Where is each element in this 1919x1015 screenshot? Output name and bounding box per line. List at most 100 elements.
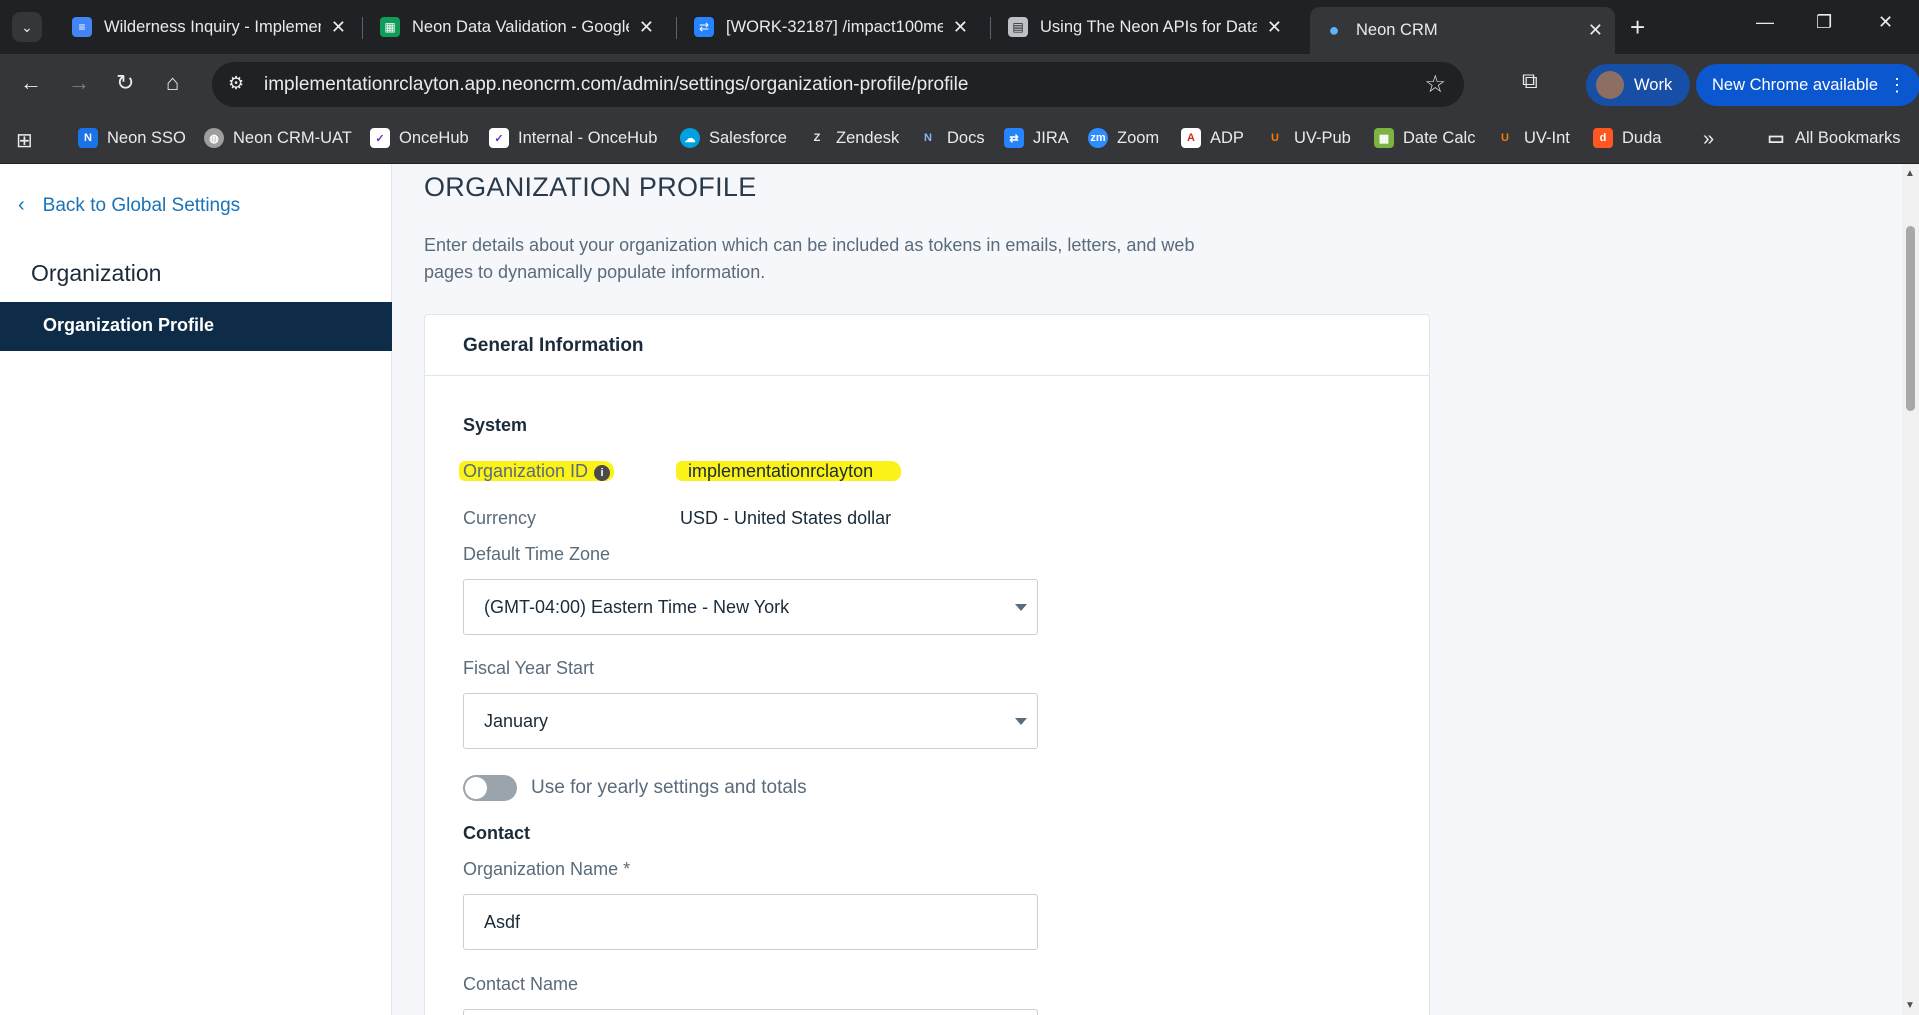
- tab-separator: [990, 17, 991, 39]
- organization-name-label: Organization Name *: [463, 859, 631, 879]
- tab-search-button[interactable]: ⌄: [12, 12, 42, 42]
- oncehub-icon: ✓: [489, 128, 509, 148]
- bookmark-duda[interactable]: d Duda: [1593, 128, 1661, 148]
- card-title: General Information: [425, 315, 1429, 376]
- zoom-icon: zm: [1088, 128, 1108, 148]
- page-content: ‹ Back to Global Settings Organization O…: [0, 164, 1919, 1015]
- docs-icon: ≡: [72, 17, 92, 37]
- zendesk-icon: Z: [813, 132, 821, 144]
- more-bookmarks-icon[interactable]: »: [1703, 128, 1714, 151]
- bookmark-salesforce[interactable]: ☁ Salesforce: [680, 128, 787, 148]
- yearly-settings-toggle-label: Use for yearly settings and totals: [531, 777, 807, 798]
- bookmark-neon-sso[interactable]: N Neon SSO: [78, 128, 186, 148]
- sidebar-section-title: Organization: [31, 260, 162, 286]
- contact-name-input[interactable]: [463, 1009, 1038, 1015]
- page-scrollbar[interactable]: ▲ ▼: [1902, 164, 1919, 1015]
- toggle-knob: [465, 777, 487, 799]
- main-panel: ORGANIZATION PROFILE Enter details about…: [392, 164, 1902, 1015]
- bookmark-oncehub[interactable]: ✓ OnceHub: [370, 128, 469, 148]
- site-info-icon[interactable]: ⚙: [228, 73, 244, 94]
- bookmark-neon-crm-uat[interactable]: ◍ Neon CRM-UAT: [204, 128, 352, 148]
- close-icon[interactable]: ✕: [1588, 20, 1603, 41]
- jira-icon: ⇄: [694, 17, 714, 37]
- bookmark-uv-pub[interactable]: U UV-Pub: [1265, 128, 1351, 148]
- page-description: Enter details about your organization wh…: [424, 235, 1195, 282]
- fiscal-year-start-label: Fiscal Year Start: [463, 658, 595, 678]
- bookmark-date-calc[interactable]: ▦ Date Calc: [1374, 128, 1475, 148]
- currency-value: USD - United States dollar: [680, 508, 892, 528]
- globe-icon: ◍: [204, 128, 224, 148]
- calendar-icon: ▦: [1374, 128, 1394, 148]
- apps-grid-icon[interactable]: ⊞: [16, 128, 33, 153]
- page-title: ORGANIZATION PROFILE: [424, 172, 757, 202]
- bookmark-docs[interactable]: N Docs: [918, 128, 985, 148]
- tab-wilderness-inquiry[interactable]: ≡ Wilderness Inquiry - Implemen ✕: [58, 7, 358, 47]
- tab-separator: [362, 17, 363, 39]
- info-icon[interactable]: i: [594, 465, 611, 481]
- close-icon[interactable]: ✕: [953, 17, 968, 38]
- neon-sso-icon: N: [78, 128, 98, 148]
- minimize-icon[interactable]: —: [1756, 12, 1774, 33]
- system-heading: System: [463, 415, 528, 435]
- tab-neon-apis[interactable]: ▤ Using The Neon APIs for Data ✕: [994, 7, 1294, 47]
- salesforce-icon: ☁: [680, 128, 700, 148]
- home-icon[interactable]: ⌂: [166, 72, 179, 94]
- address-bar[interactable]: ⚙ implementationrclayton.app.neoncrm.com…: [212, 62, 1464, 107]
- bookmark-zoom[interactable]: zm Zoom: [1088, 128, 1159, 148]
- tab-work-ticket[interactable]: ⇄ [WORK-32187] /impact100me ✕: [680, 7, 980, 47]
- scroll-thumb[interactable]: [1906, 226, 1915, 411]
- more-vert-icon: ⋮: [1888, 74, 1906, 95]
- all-bookmarks[interactable]: ▭ All Bookmarks: [1766, 128, 1900, 148]
- duda-icon: d: [1593, 128, 1613, 148]
- doc-icon: ▤: [1008, 17, 1028, 37]
- bookmark-jira[interactable]: ⇄ JIRA: [1004, 128, 1069, 148]
- url-text[interactable]: implementationrclayton.app.neoncrm.com/a…: [264, 74, 968, 96]
- chevron-left-icon: ‹: [18, 194, 25, 216]
- neon-drop-icon: ●: [1328, 20, 1340, 40]
- new-tab-button[interactable]: +: [1630, 12, 1645, 43]
- adp-icon: A: [1181, 128, 1201, 148]
- bookmark-adp[interactable]: A ADP: [1181, 128, 1244, 148]
- tab-neon-crm[interactable]: ● Neon CRM ✕: [1310, 7, 1615, 54]
- forward-arrow-icon[interactable]: →: [68, 72, 90, 94]
- fiscal-year-start-select[interactable]: January: [463, 693, 1038, 749]
- tab-separator: [676, 17, 677, 39]
- scroll-down-icon[interactable]: ▼: [1905, 1000, 1915, 1011]
- back-to-global-settings-link[interactable]: ‹ Back to Global Settings: [18, 194, 240, 217]
- close-icon[interactable]: ✕: [331, 17, 346, 38]
- docs-bookmark-icon: N: [924, 132, 932, 144]
- avatar: [1596, 71, 1624, 99]
- close-icon[interactable]: ✕: [1267, 17, 1282, 38]
- currency-label: Currency: [463, 508, 537, 528]
- reload-icon[interactable]: ↻: [116, 72, 134, 94]
- bookmark-uv-int[interactable]: U UV-Int: [1495, 128, 1570, 148]
- caret-down-icon: [1015, 604, 1027, 611]
- extensions-icon[interactable]: ⧉: [1522, 68, 1538, 94]
- uv-icon: U: [1271, 132, 1279, 144]
- tab-neon-data-validation[interactable]: ▦ Neon Data Validation - Google ✕: [366, 7, 666, 47]
- chrome-update-button[interactable]: New Chrome available ⋮: [1696, 64, 1919, 106]
- yearly-settings-toggle[interactable]: [463, 775, 517, 801]
- close-icon[interactable]: ✕: [639, 17, 654, 38]
- time-zone-select[interactable]: (GMT-04:00) Eastern Time - New York: [463, 579, 1038, 635]
- jira-icon: ⇄: [1004, 128, 1024, 148]
- contact-heading: Contact: [463, 823, 530, 843]
- bookmark-internal-oncehub[interactable]: ✓ Internal - OnceHub: [489, 128, 657, 148]
- bookmarks-bar: ⊞ N Neon SSO ◍ Neon CRM-UAT ✓ OnceHub ✓ Inte…: [0, 116, 1919, 164]
- organization-name-input[interactable]: Asdf: [463, 894, 1038, 950]
- folder-icon: ▭: [1767, 127, 1785, 148]
- window-close-icon[interactable]: ✕: [1878, 12, 1893, 33]
- tab-strip: ⌄ ≡ Wilderness Inquiry - Implemen ✕ ▦ Ne…: [0, 0, 1919, 54]
- profile-button[interactable]: Work: [1586, 64, 1691, 106]
- back-arrow-icon[interactable]: ←: [20, 72, 42, 94]
- caret-down-icon: [1015, 718, 1027, 725]
- sidebar-item-organization-profile[interactable]: Organization Profile: [0, 302, 392, 351]
- oncehub-icon: ✓: [370, 128, 390, 148]
- restore-icon[interactable]: ❐: [1816, 12, 1832, 33]
- scroll-up-icon[interactable]: ▲: [1905, 168, 1915, 179]
- bookmark-zendesk[interactable]: Z Zendesk: [807, 128, 900, 148]
- bookmark-star-icon[interactable]: ☆: [1424, 70, 1446, 99]
- uv-icon: U: [1501, 132, 1509, 144]
- settings-sidebar: ‹ Back to Global Settings Organization O…: [0, 164, 392, 1015]
- sheets-icon: ▦: [380, 17, 400, 37]
